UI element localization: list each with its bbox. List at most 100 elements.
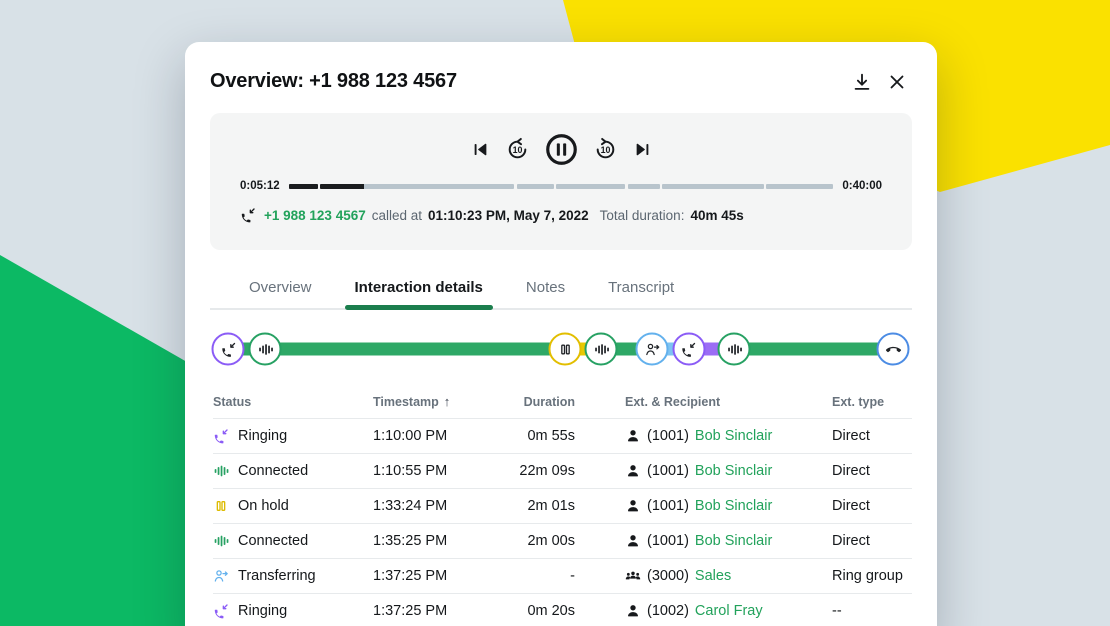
total-time: 0:40:00 [842, 180, 882, 192]
recipient-link[interactable]: Sales [695, 568, 731, 584]
timestamp-cell: 1:37:25 PM [373, 603, 493, 619]
progress-segment [517, 184, 554, 189]
table-header: Status Timestamp↑ Duration Ext. & Recipi… [213, 382, 912, 419]
duration-cell: 0m 20s [493, 603, 575, 619]
timestamp-cell: 1:33:24 PM [373, 498, 493, 514]
column-header-status[interactable]: Status [213, 395, 373, 409]
skip-back-button[interactable] [471, 140, 490, 159]
ringing-icon [213, 603, 229, 619]
recipient-link[interactable]: Bob Sinclair [695, 498, 772, 514]
person-arrow-icon [644, 341, 660, 357]
waveform-icon [257, 341, 273, 357]
desktop-background: Overview: +1 988 123 4567 0:05:12 0:40:0… [0, 0, 1110, 626]
skip-forward-icon [633, 140, 652, 159]
table-row[interactable]: Ringing 1:10:00 PM 0m 55s (1001)Bob Sinc… [213, 419, 912, 454]
tab-overview[interactable]: Overview [239, 273, 322, 308]
on-hold-icon [213, 498, 229, 514]
phone-incoming-icon [220, 341, 236, 357]
duration-cell: 22m 09s [493, 463, 575, 479]
modal-header: Overview: +1 988 123 4567 [185, 42, 937, 113]
timeline-event-connected[interactable] [585, 333, 618, 366]
table-row[interactable]: Connected 1:35:25 PM 2m 00s (1001)Bob Si… [213, 524, 912, 559]
transport-controls [240, 126, 882, 172]
table-row[interactable]: Transferring 1:37:25 PM - (3000) Sales Ri… [213, 559, 912, 594]
person-icon [625, 603, 641, 619]
timeline-event-connected[interactable] [249, 333, 282, 366]
column-header-duration[interactable]: Duration [493, 395, 575, 409]
status-text: Ringing [238, 603, 287, 619]
timeline-event-ringing[interactable] [212, 333, 245, 366]
transferring-icon [213, 568, 229, 584]
timestamp-cell: 1:10:00 PM [373, 428, 493, 444]
progress-bar[interactable] [289, 184, 834, 189]
progress-played [289, 184, 318, 189]
ext-type-cell: -- [832, 603, 910, 619]
modal-title: Overview: +1 988 123 4567 [210, 70, 457, 93]
timeline-event-ringing[interactable] [672, 333, 705, 366]
column-header-ext-recipient[interactable]: Ext. & Recipient [575, 395, 832, 409]
tab-interaction-details[interactable]: Interaction details [345, 273, 493, 308]
person-icon [625, 428, 641, 444]
status-text: Ringing [238, 428, 287, 444]
timestamp-cell: 1:10:55 PM [373, 463, 493, 479]
download-icon [851, 71, 873, 93]
progress-segment [289, 184, 318, 189]
tab-notes[interactable]: Notes [516, 273, 575, 308]
status-text: Transferring [238, 568, 316, 584]
timeline-event-ended[interactable] [877, 333, 910, 366]
timeline-event-connected[interactable] [718, 333, 751, 366]
ext-type-cell: Direct [832, 463, 910, 479]
close-button[interactable] [886, 71, 908, 93]
called-at-value: 01:10:23 PM, May 7, 2022 [428, 208, 589, 223]
waveform-icon [593, 341, 609, 357]
extension-number: (3000) [647, 568, 689, 584]
skip-forward-button[interactable] [633, 140, 652, 159]
table-row[interactable]: Connected 1:10:55 PM 22m 09s (1001)Bob S… [213, 454, 912, 489]
tab-bar: Overview Interaction details Notes Trans… [210, 273, 912, 310]
column-header-timestamp[interactable]: Timestamp↑ [373, 394, 493, 409]
ext-type-cell: Direct [832, 498, 910, 514]
person-icon [625, 463, 641, 479]
table-row[interactable]: On hold 1:33:24 PM 2m 01s (1001)Bob Sinc… [213, 489, 912, 524]
rewind-10-icon [505, 137, 530, 162]
interaction-timeline [228, 330, 893, 368]
duration-cell: - [493, 568, 575, 584]
column-header-ext-type[interactable]: Ext. type [832, 395, 910, 409]
recipient-link[interactable]: Carol Fray [695, 603, 763, 619]
ext-type-cell: Direct [832, 533, 910, 549]
progress-played [320, 184, 364, 189]
recipient-link[interactable]: Bob Sinclair [695, 463, 772, 479]
recipient-link[interactable]: Bob Sinclair [695, 428, 772, 444]
status-text: Connected [238, 533, 308, 549]
forward-10-button[interactable] [593, 137, 618, 162]
call-info: +1 988 123 4567 called at 01:10:23 PM, M… [240, 207, 882, 223]
recipient-link[interactable]: Bob Sinclair [695, 533, 772, 549]
download-button[interactable] [851, 71, 873, 93]
rewind-10-button[interactable] [505, 137, 530, 162]
duration-cell: 0m 55s [493, 428, 575, 444]
interaction-table: Status Timestamp↑ Duration Ext. & Recipi… [210, 382, 912, 626]
status-text: Connected [238, 463, 308, 479]
status-text: On hold [238, 498, 289, 514]
connected-icon [213, 463, 229, 479]
audio-player: 0:05:12 0:40:00 +1 988 123 4567 called a… [210, 113, 912, 250]
ext-type-cell: Direct [832, 428, 910, 444]
called-at-label: called at [372, 208, 422, 223]
caller-number: +1 988 123 4567 [264, 208, 366, 223]
extension-number: (1001) [647, 498, 689, 514]
tab-transcript[interactable]: Transcript [598, 273, 684, 308]
timestamp-cell: 1:37:25 PM [373, 568, 493, 584]
table-row[interactable]: Ringing 1:37:25 PM 0m 20s (1002) Carol Fr… [213, 594, 912, 626]
duration-cell: 2m 00s [493, 533, 575, 549]
connected-icon [213, 533, 229, 549]
timeline-event-transferring[interactable] [636, 333, 669, 366]
timeline-event-on-hold[interactable] [549, 333, 582, 366]
progress-segment [662, 184, 763, 189]
forward-10-icon [593, 137, 618, 162]
ext-type-cell: Ring group [832, 568, 910, 584]
person-icon [625, 498, 641, 514]
phone-end-icon [885, 341, 901, 357]
extension-number: (1002) [647, 603, 689, 619]
pause-button[interactable] [545, 133, 578, 166]
pause-circle-icon [545, 133, 578, 166]
